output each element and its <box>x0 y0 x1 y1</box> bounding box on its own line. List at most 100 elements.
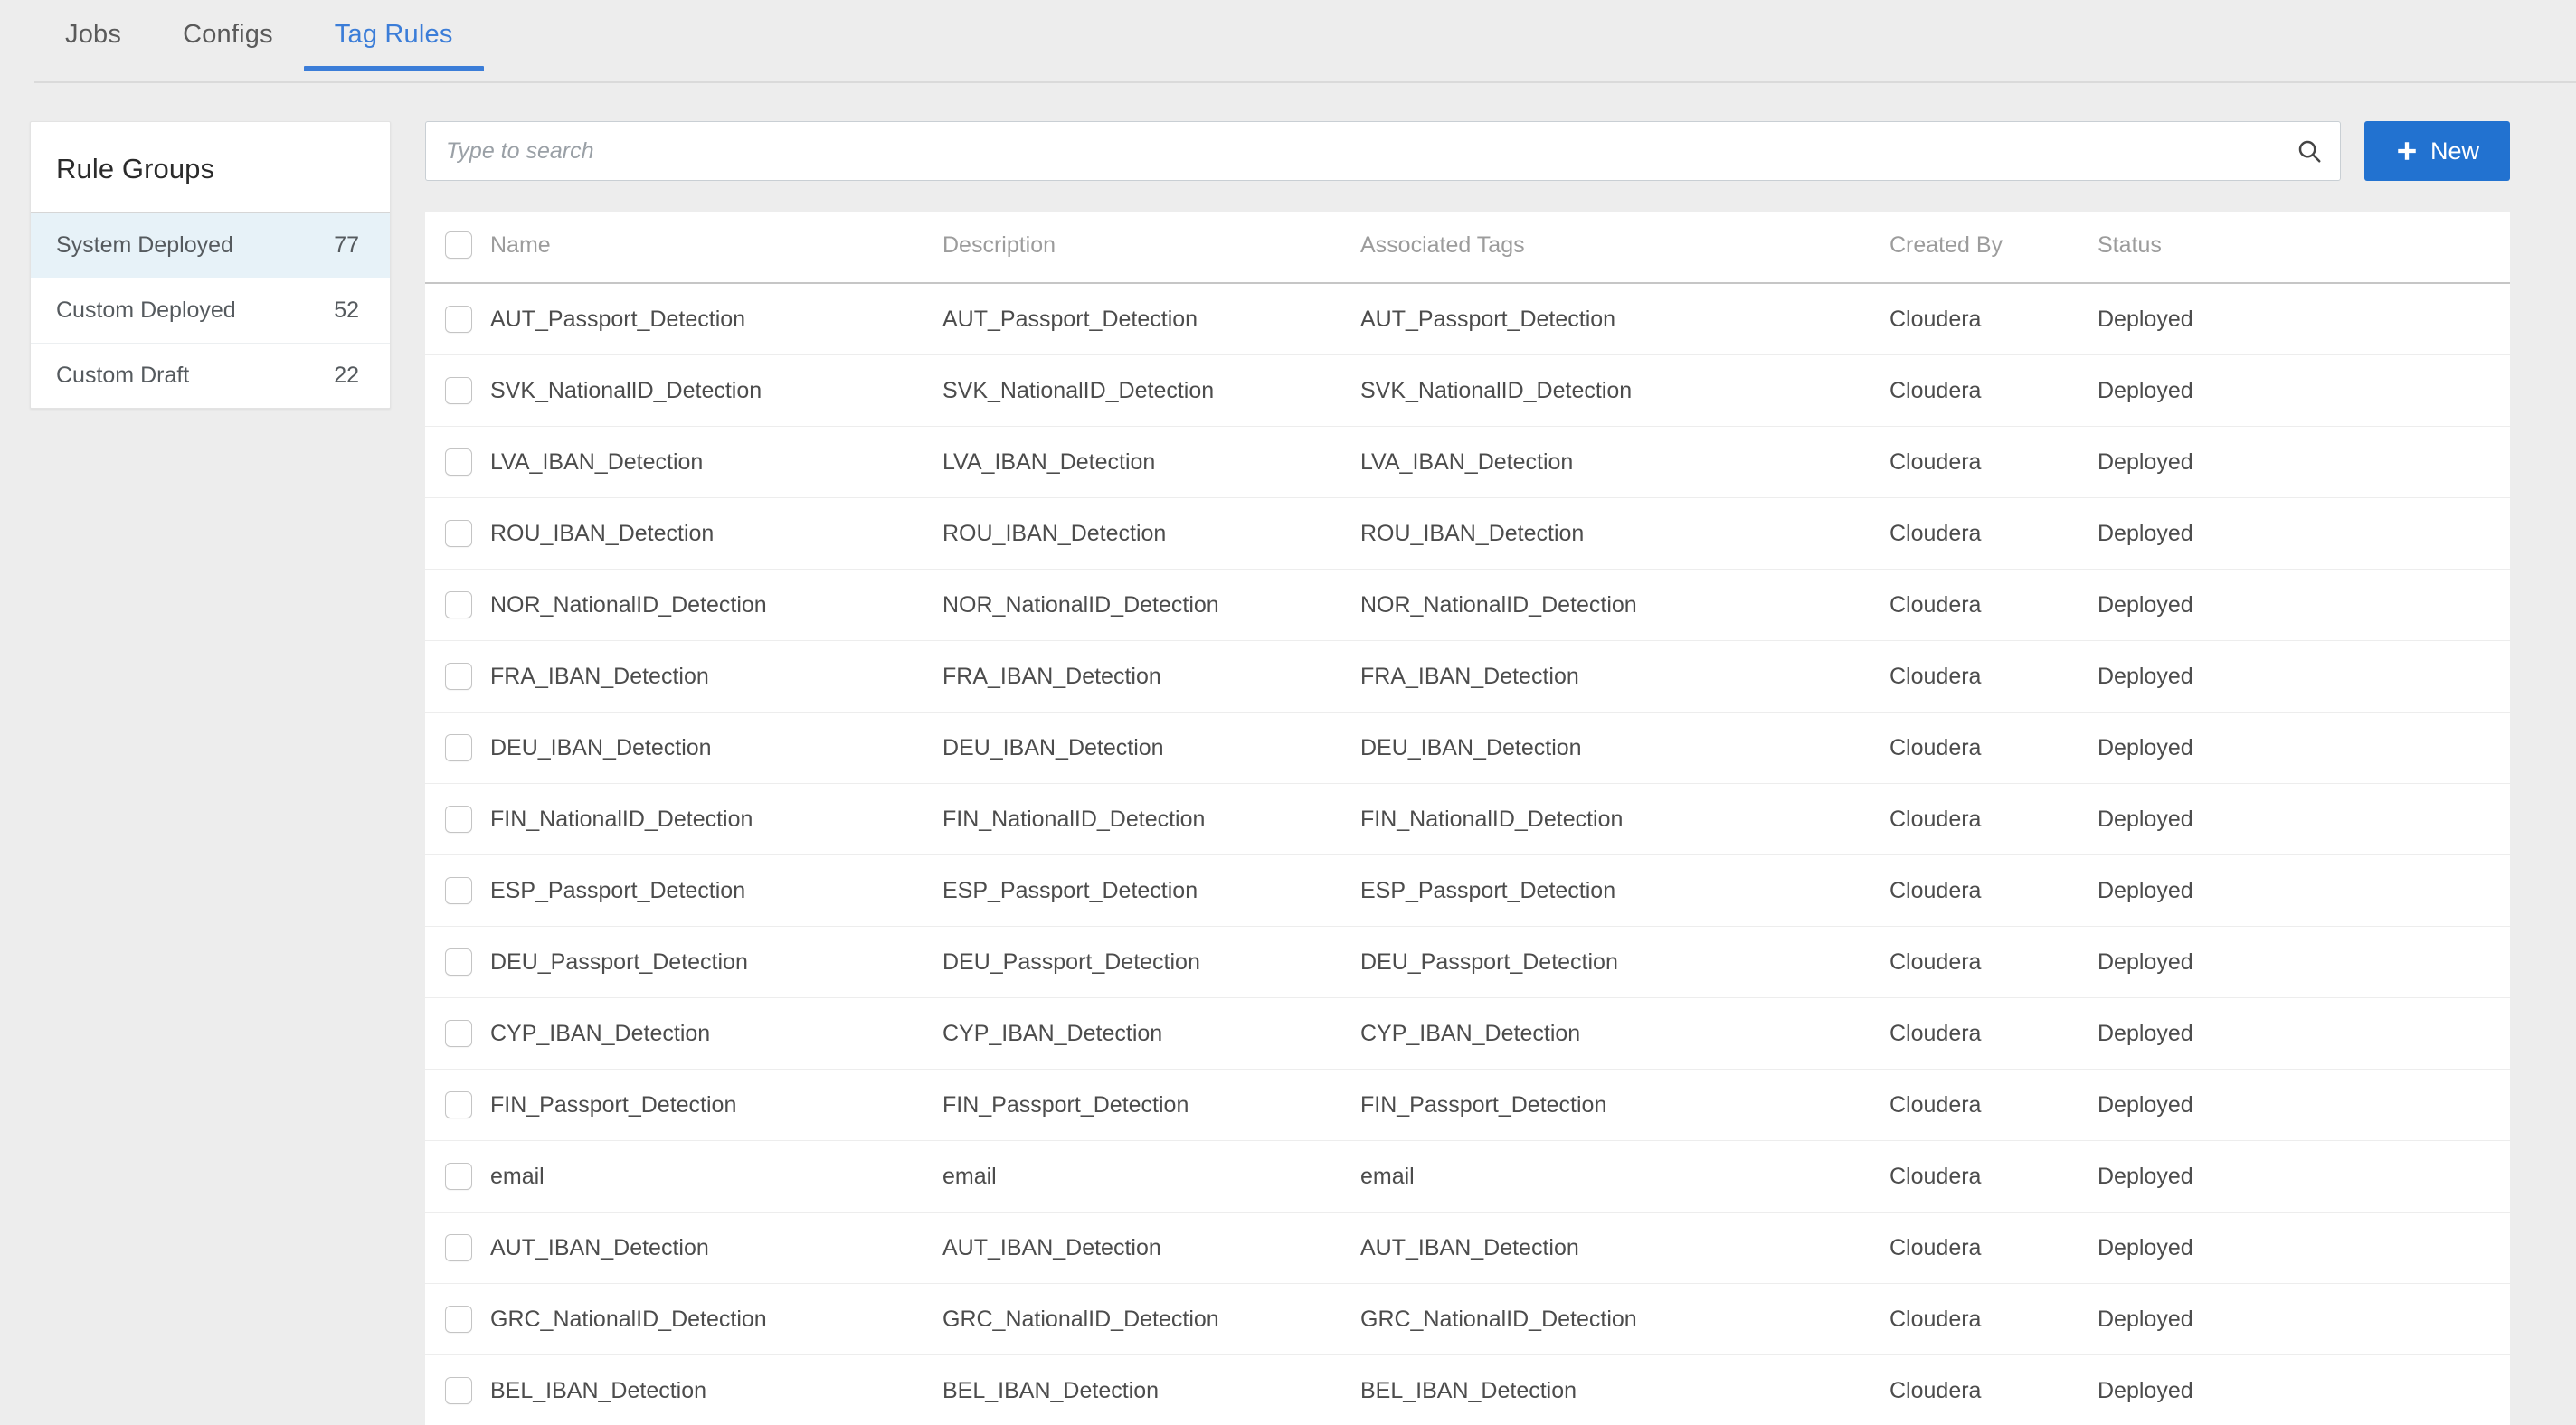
rule-name-cell: DEU_Passport_Detection <box>490 926 942 998</box>
associated-tags-cell: NOR_NationalID_Detection <box>1360 569 1889 641</box>
sidebar-item-count: 22 <box>334 363 359 388</box>
row-select-cell <box>425 283 490 355</box>
select-all-header <box>425 212 490 284</box>
status-cell: Deployed <box>2098 997 2510 1070</box>
description-cell: email <box>942 1140 1360 1213</box>
created-by-cell: Cloudera <box>1889 854 2098 927</box>
created-by-cell: Cloudera <box>1889 1283 2098 1355</box>
row-checkbox[interactable] <box>445 1234 472 1261</box>
status-cell: Deployed <box>2098 1354 2510 1425</box>
description-cell: LVA_IBAN_Detection <box>942 426 1360 498</box>
select-all-checkbox[interactable] <box>445 231 472 259</box>
sidebar-item-custom-draft[interactable]: Custom Draft 22 <box>31 344 390 408</box>
new-button[interactable]: New <box>2363 121 2510 181</box>
table-row[interactable]: AUT_Passport_Detection AUT_Passport_Detec… <box>425 283 2510 355</box>
row-checkbox[interactable] <box>445 1020 472 1047</box>
created-by-cell: Cloudera <box>1889 1212 2098 1284</box>
table-row[interactable]: DEU_IBAN_Detection DEU_IBAN_Detection DEU_… <box>425 712 2510 784</box>
row-checkbox[interactable] <box>445 734 472 761</box>
column-header-associated-tags[interactable]: Associated Tags <box>1360 212 1889 284</box>
table-row[interactable]: GRC_NationalID_Detection GRC_NationalID_D… <box>425 1283 2510 1355</box>
rule-name-cell: AUT_IBAN_Detection <box>490 1212 942 1284</box>
description-cell: FIN_Passport_Detection <box>942 1069 1360 1141</box>
table-row[interactable]: LVA_IBAN_Detection LVA_IBAN_Detection LVA_… <box>425 426 2510 498</box>
row-select-cell <box>425 712 490 784</box>
tag-rules-table: Name Description Associated Tags Created… <box>425 212 2510 1425</box>
description-cell: SVK_NationalID_Detection <box>942 354 1360 427</box>
row-select-cell <box>425 354 490 427</box>
row-checkbox[interactable] <box>445 520 472 547</box>
table-row[interactable]: NOR_NationalID_Detection NOR_NationalID_D… <box>425 569 2510 641</box>
row-checkbox[interactable] <box>445 377 472 404</box>
row-select-cell <box>425 997 490 1070</box>
table-row[interactable]: DEU_Passport_Detection DEU_Passport_Detec… <box>425 926 2510 998</box>
row-select-cell <box>425 1283 490 1355</box>
sidebar-item-label: Custom Deployed <box>56 297 236 323</box>
column-header-created-by[interactable]: Created By <box>1889 212 2098 284</box>
associated-tags-cell: AUT_IBAN_Detection <box>1360 1212 1889 1284</box>
description-cell: FIN_NationalID_Detection <box>942 783 1360 855</box>
row-select-cell <box>425 426 490 498</box>
column-header-name[interactable]: Name <box>490 212 942 284</box>
table-row[interactable]: ESP_Passport_Detection ESP_Passport_Detec… <box>425 854 2510 927</box>
table-row[interactable]: FIN_Passport_Detection FIN_Passport_Detec… <box>425 1069 2510 1141</box>
associated-tags-cell: DEU_IBAN_Detection <box>1360 712 1889 784</box>
description-cell: DEU_IBAN_Detection <box>942 712 1360 784</box>
associated-tags-cell: BEL_IBAN_Detection <box>1360 1354 1889 1425</box>
rule-name-cell: GRC_NationalID_Detection <box>490 1283 942 1355</box>
status-cell: Deployed <box>2098 1283 2510 1355</box>
sidebar-item-custom-deployed[interactable]: Custom Deployed 52 <box>31 278 390 344</box>
row-checkbox[interactable] <box>445 306 472 333</box>
sidebar-item-system-deployed[interactable]: System Deployed 77 <box>31 213 390 278</box>
table-row[interactable]: SVK_NationalID_Detection SVK_NationalID_D… <box>425 354 2510 427</box>
rule-name-cell: FRA_IBAN_Detection <box>490 640 942 712</box>
rule-name-cell: ROU_IBAN_Detection <box>490 497 942 570</box>
row-checkbox[interactable] <box>445 591 472 618</box>
search-input[interactable] <box>425 121 2341 181</box>
row-checkbox[interactable] <box>445 1306 472 1333</box>
associated-tags-cell: SVK_NationalID_Detection <box>1360 354 1889 427</box>
row-checkbox[interactable] <box>445 448 472 476</box>
primary-tab-bar: Jobs Configs Tag Rules <box>0 0 2576 83</box>
rule-name-cell: BEL_IBAN_Detection <box>490 1354 942 1425</box>
row-checkbox[interactable] <box>445 663 472 690</box>
table-row[interactable]: FRA_IBAN_Detection FRA_IBAN_Detection FRA_… <box>425 640 2510 712</box>
search-icon[interactable] <box>2296 137 2323 165</box>
rule-name-cell: NOR_NationalID_Detection <box>490 569 942 641</box>
created-by-cell: Cloudera <box>1889 926 2098 998</box>
row-checkbox[interactable] <box>445 877 472 904</box>
tab-tag-rules[interactable]: Tag Rules <box>303 0 484 71</box>
rule-name-cell: FIN_NationalID_Detection <box>490 783 942 855</box>
tab-configs[interactable]: Configs <box>152 0 304 71</box>
table-row[interactable]: email email email Cloudera Deployed <box>425 1140 2510 1213</box>
row-checkbox[interactable] <box>445 1091 472 1118</box>
table-body: AUT_Passport_Detection AUT_Passport_Detec… <box>425 283 2510 1425</box>
table-row[interactable]: ROU_IBAN_Detection ROU_IBAN_Detection ROU_… <box>425 497 2510 570</box>
column-header-description[interactable]: Description <box>942 212 1360 284</box>
associated-tags-cell: DEU_Passport_Detection <box>1360 926 1889 998</box>
row-checkbox[interactable] <box>445 1163 472 1190</box>
status-cell: Deployed <box>2098 783 2510 855</box>
created-by-cell: Cloudera <box>1889 783 2098 855</box>
description-cell: AUT_IBAN_Detection <box>942 1212 1360 1284</box>
description-cell: AUT_Passport_Detection <box>942 283 1360 355</box>
rule-name-cell: AUT_Passport_Detection <box>490 283 942 355</box>
table-row[interactable]: CYP_IBAN_Detection CYP_IBAN_Detection CYP_… <box>425 997 2510 1070</box>
row-checkbox[interactable] <box>445 948 472 976</box>
row-select-cell <box>425 1354 490 1425</box>
created-by-cell: Cloudera <box>1889 569 2098 641</box>
tab-jobs[interactable]: Jobs <box>34 0 152 71</box>
status-cell: Deployed <box>2098 1212 2510 1284</box>
description-cell: FRA_IBAN_Detection <box>942 640 1360 712</box>
created-by-cell: Cloudera <box>1889 354 2098 427</box>
column-header-status[interactable]: Status <box>2098 212 2510 284</box>
rule-name-cell: FIN_Passport_Detection <box>490 1069 942 1141</box>
table-row[interactable]: AUT_IBAN_Detection AUT_IBAN_Detection AUT_… <box>425 1212 2510 1284</box>
row-select-cell <box>425 1140 490 1213</box>
row-checkbox[interactable] <box>445 806 472 833</box>
description-cell: ROU_IBAN_Detection <box>942 497 1360 570</box>
table-row[interactable]: BEL_IBAN_Detection BEL_IBAN_Detection BEL_… <box>425 1354 2510 1425</box>
table-row[interactable]: FIN_NationalID_Detection FIN_NationalID_D… <box>425 783 2510 855</box>
row-checkbox[interactable] <box>445 1377 472 1404</box>
associated-tags-cell: LVA_IBAN_Detection <box>1360 426 1889 498</box>
